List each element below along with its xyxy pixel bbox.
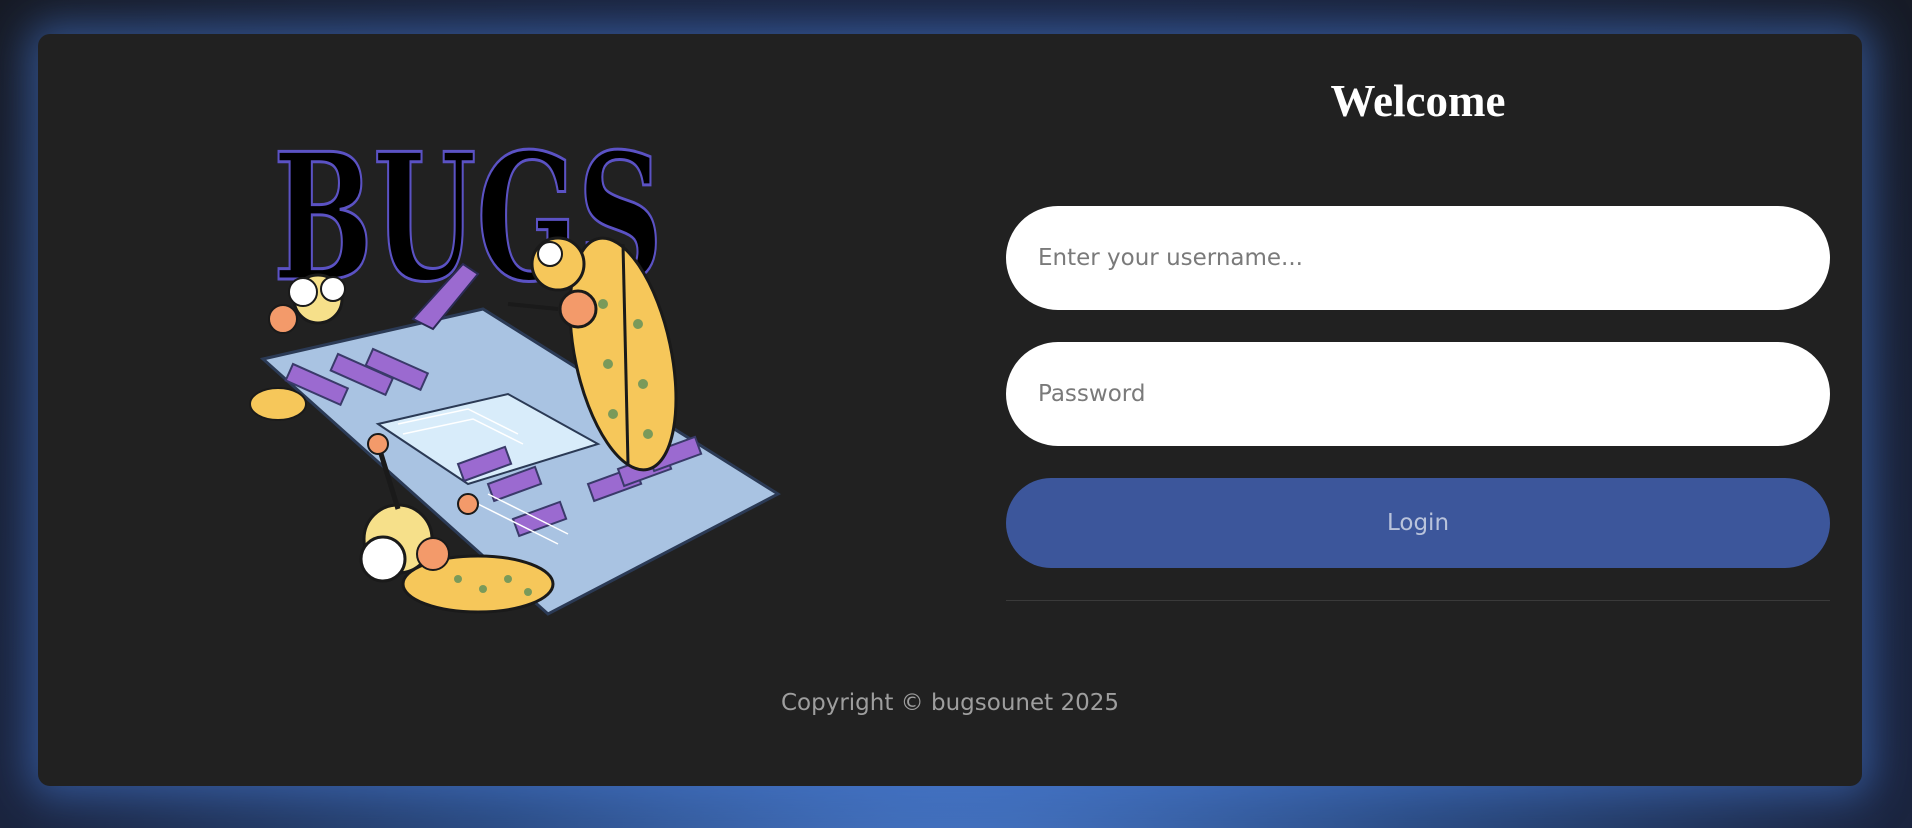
login-card: BUGS Welcome Enter your username... Logi… <box>38 34 1862 786</box>
login-panel: Welcome Login <box>1006 64 1830 601</box>
login-button[interactable]: Login <box>1006 478 1830 568</box>
copyright-text: Copyright © bugsounet 2025 <box>780 690 1119 716</box>
username-input[interactable] <box>1006 206 1830 310</box>
password-input[interactable] <box>1006 342 1830 446</box>
bugs-logo: BUGS <box>218 64 798 624</box>
divider <box>1006 600 1830 601</box>
welcome-title: Welcome <box>1330 76 1506 126</box>
bugs-logo-icon: BUGS <box>249 115 782 616</box>
